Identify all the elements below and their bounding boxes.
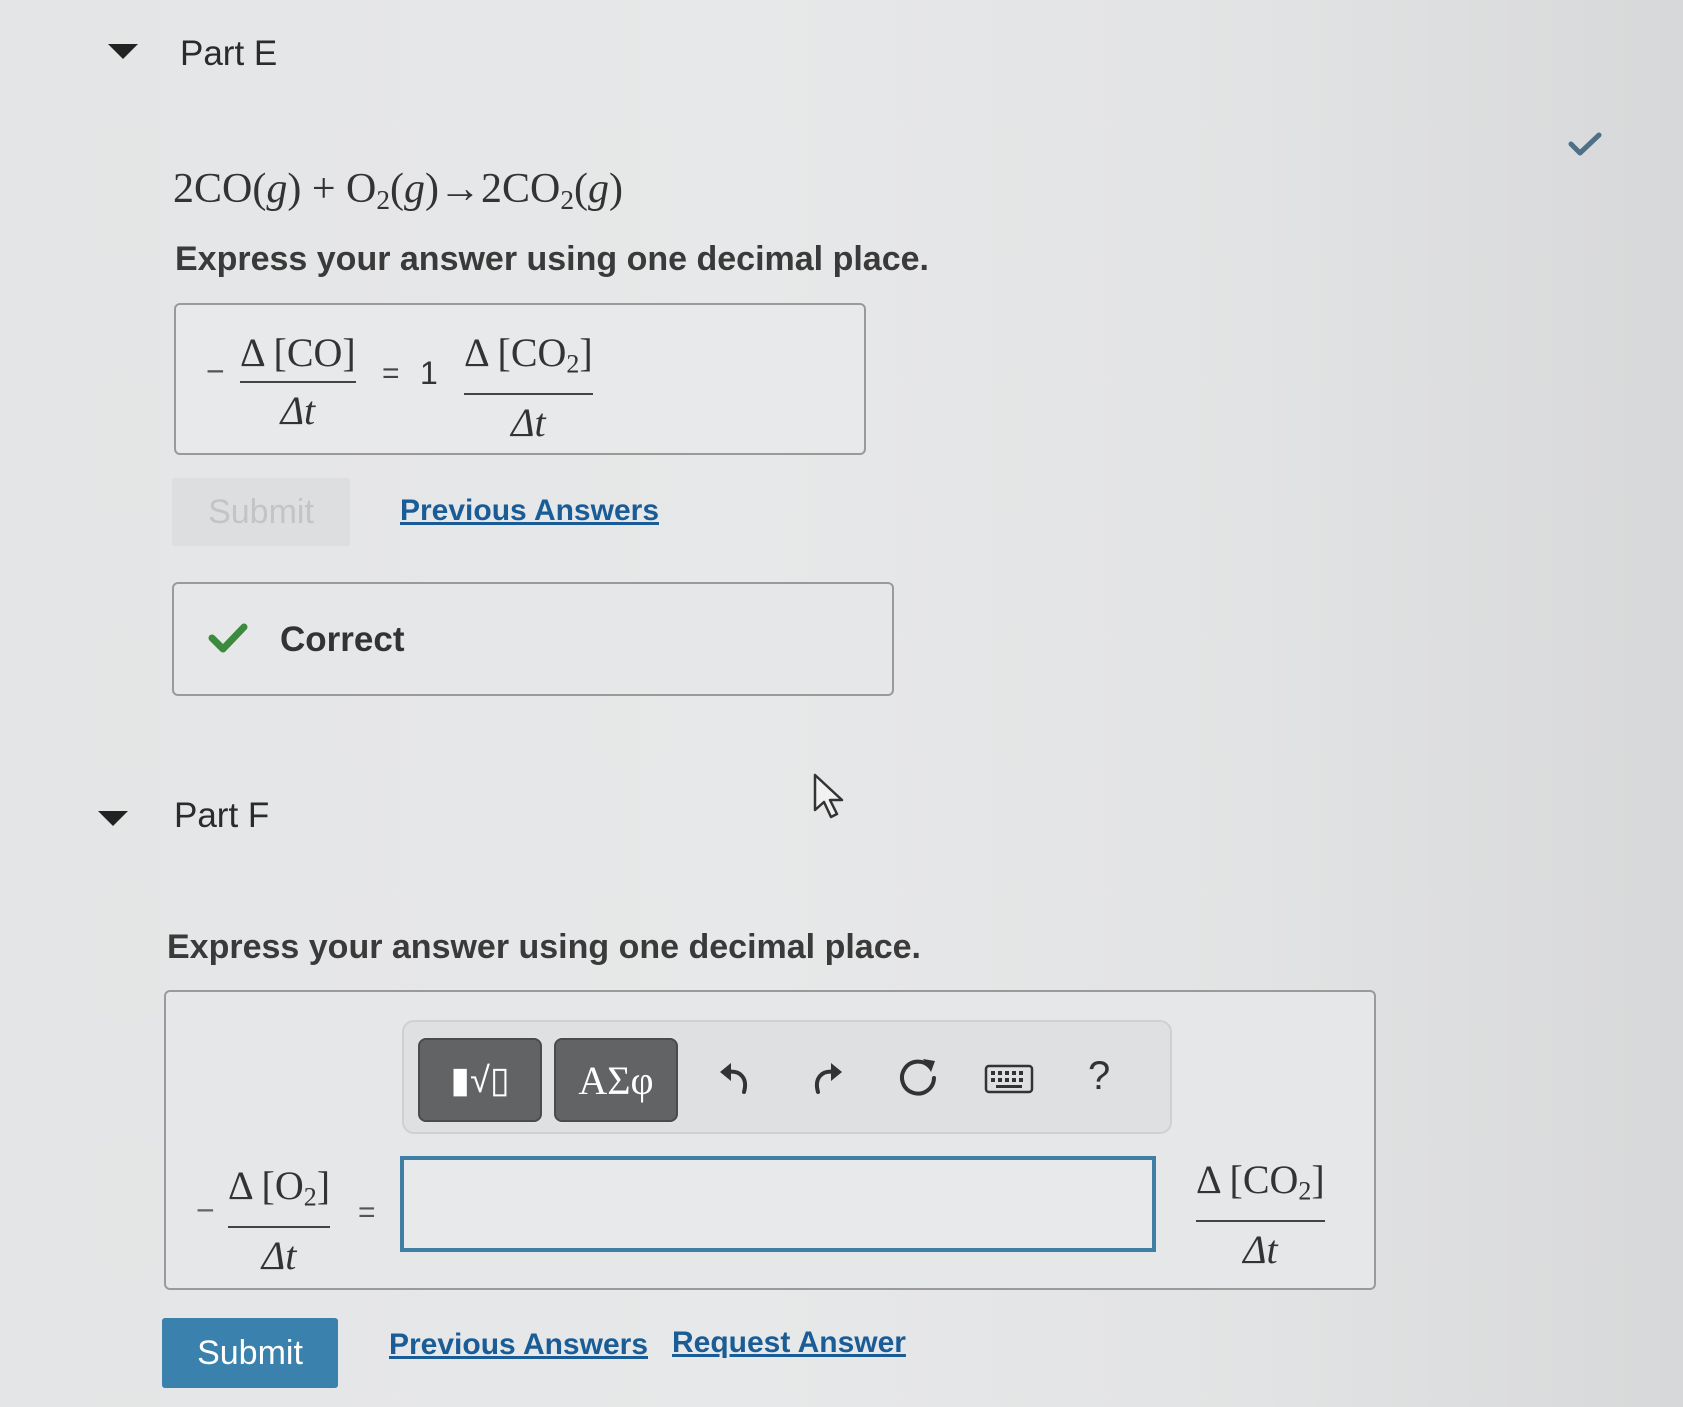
part-e-instruction: Express your answer using one decimal pl… <box>175 240 929 278</box>
feedback-box: Correct <box>172 582 894 696</box>
part-f-title: Part F <box>174 796 270 835</box>
part-f-instruction: Express your answer using one decimal pl… <box>167 928 921 966</box>
chemical-equation: 2CO(g) + O2(g)→2CO2(g) <box>173 166 624 215</box>
collapse-part-e-caret-icon[interactable] <box>108 44 138 59</box>
negative-sign: − <box>196 1192 215 1228</box>
feedback-label: Correct <box>280 620 405 659</box>
equals-sign: = <box>358 1196 376 1229</box>
reset-icon[interactable] <box>894 1054 942 1102</box>
delta-o2-fraction: Δ [O2] Δt <box>228 1163 331 1278</box>
keyboard-icon[interactable] <box>984 1062 1034 1096</box>
collapse-part-f-caret-icon[interactable] <box>98 811 128 826</box>
help-button[interactable]: ? <box>1088 1054 1110 1099</box>
part-e-submit-button[interactable]: Submit <box>172 478 350 546</box>
delta-co2-fraction: Δ [CO2] Δt <box>1196 1157 1325 1272</box>
templates-button[interactable]: ▮√▯ <box>418 1038 542 1122</box>
answer-input[interactable] <box>400 1156 1156 1252</box>
part-e-answer-box: − Δ [CO] Δt = 1 Δ [CO2] Δt <box>174 303 866 455</box>
delta-co-fraction: Δ [CO] Δt <box>240 330 356 433</box>
equals-sign: = <box>382 357 400 390</box>
math-toolbar: ▮√▯ ΑΣφ ? <box>402 1020 1172 1134</box>
part-f-answer-area: ▮√▯ ΑΣφ ? − Δ [O2] Δt = Δ [CO2] Δt <box>164 990 1376 1290</box>
undo-icon[interactable] <box>714 1056 758 1100</box>
request-answer-link[interactable]: Request Answer <box>672 1326 906 1360</box>
answer-coefficient: 1 <box>420 355 438 391</box>
part-f-submit-button[interactable]: Submit <box>162 1318 338 1388</box>
part-e-previous-answers-link[interactable]: Previous Answers <box>400 494 659 528</box>
part-e-title: Part E <box>180 34 278 73</box>
redo-icon[interactable] <box>804 1056 848 1100</box>
negative-sign: − <box>206 353 225 389</box>
mouse-cursor-icon <box>812 772 848 827</box>
delta-co2-fraction: Δ [CO2] Δt <box>464 330 593 445</box>
part-f-previous-answers-link[interactable]: Previous Answers <box>389 1328 648 1362</box>
symbols-button[interactable]: ΑΣφ <box>554 1038 678 1122</box>
green-checkmark-icon <box>208 622 248 659</box>
correct-checkmark-icon <box>1568 130 1602 158</box>
